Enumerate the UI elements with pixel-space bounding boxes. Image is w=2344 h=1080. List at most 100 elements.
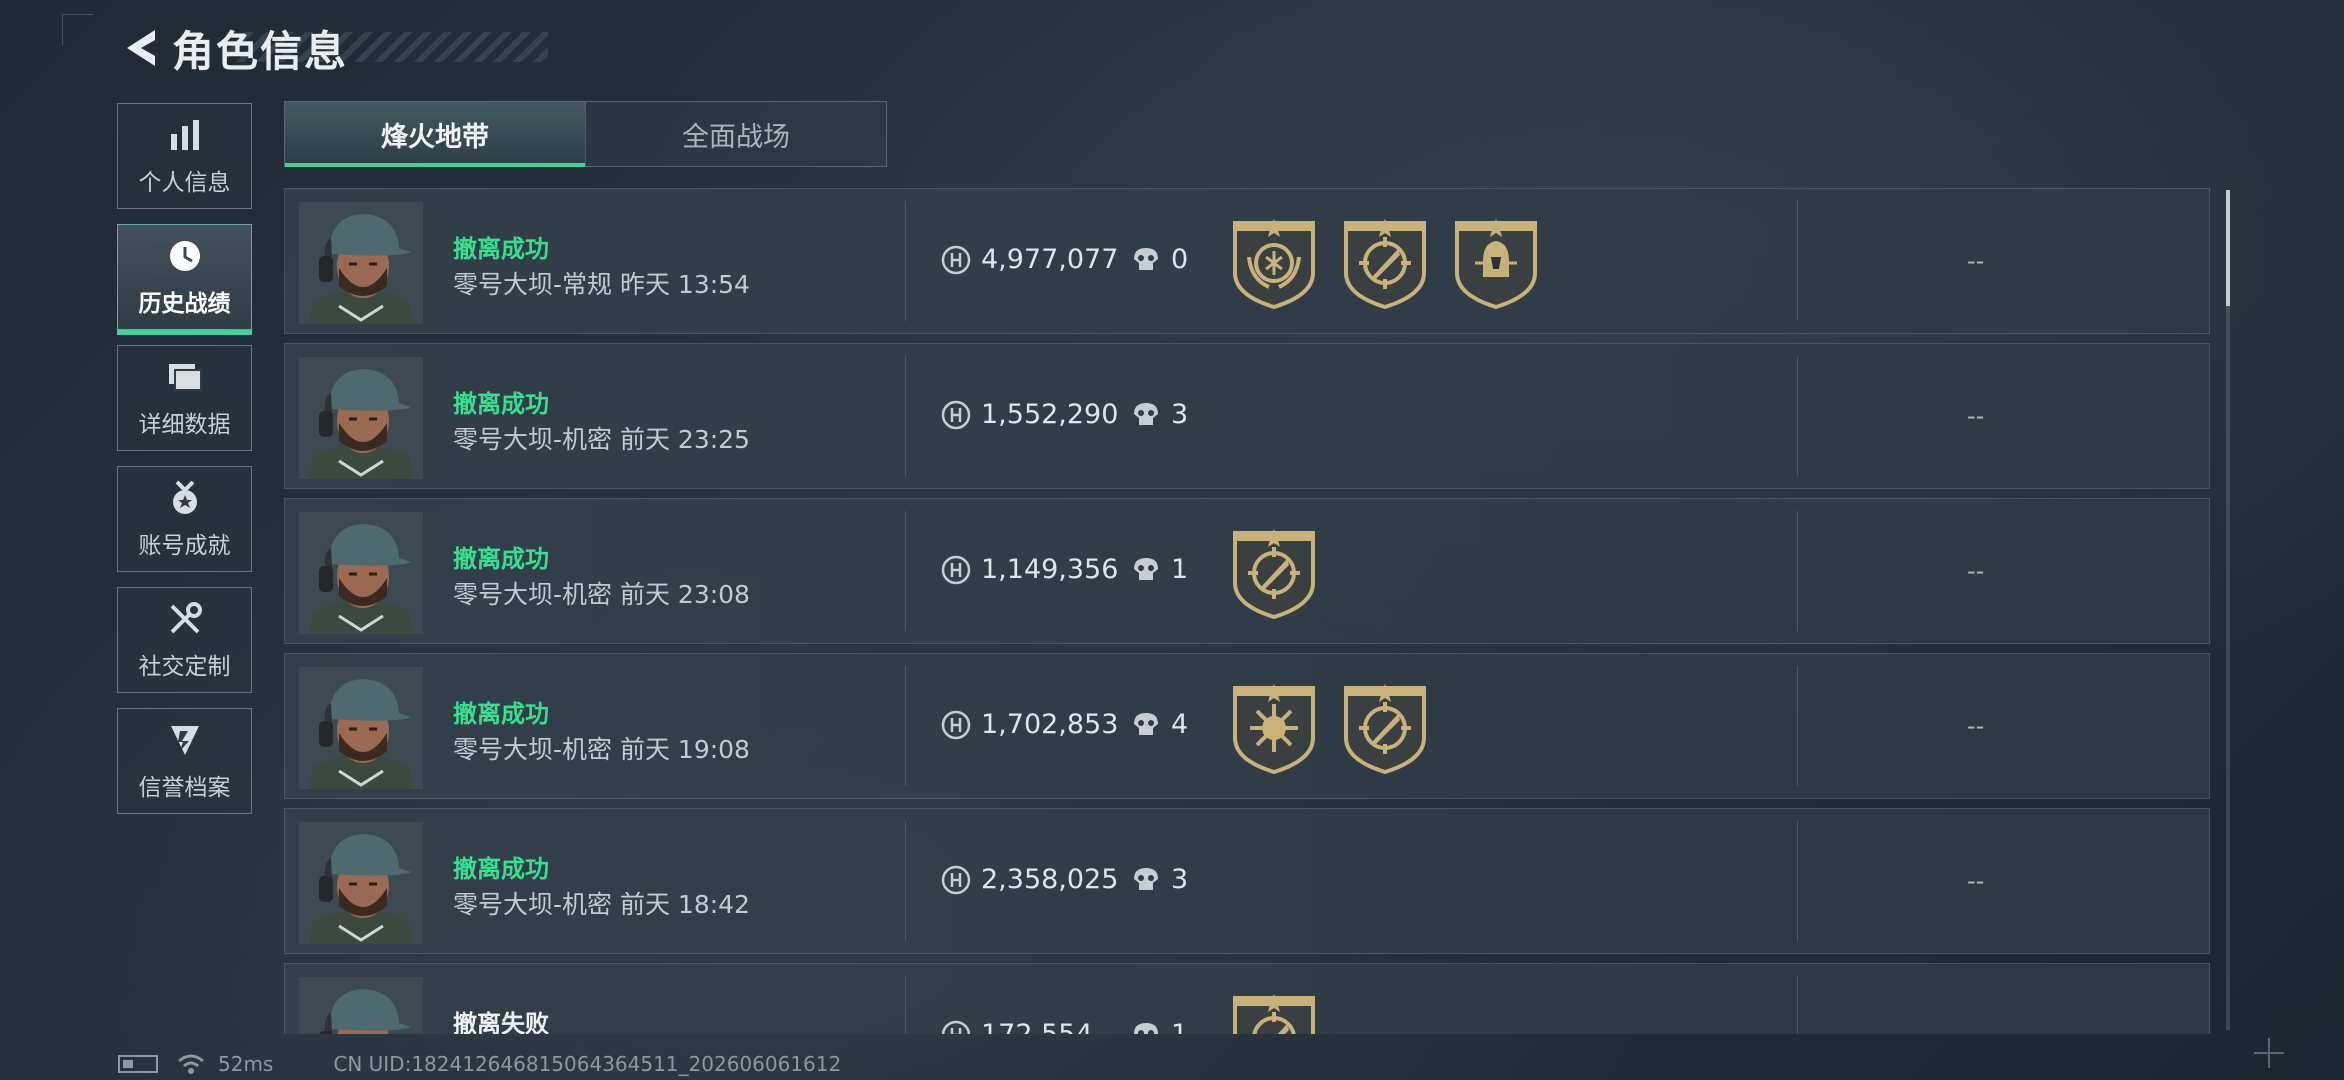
- loot-value-text: 1,702,853: [981, 709, 1119, 740]
- skull-icon: [1134, 247, 1158, 270]
- mode-tabs: 烽火地带 全面战场: [284, 101, 887, 167]
- divider: [1797, 201, 1798, 321]
- divider: [1797, 976, 1798, 1034]
- avatar: [299, 822, 423, 944]
- sidebar-item-profile[interactable]: 个人信息: [117, 103, 252, 209]
- extraction-result: 撤离成功: [453, 855, 549, 883]
- kill-count-text: 1: [1171, 554, 1189, 585]
- sidebar-item-history[interactable]: 历史战绩: [117, 224, 252, 335]
- uid-text: CN UID:1824126468150643645​11_2026060616…: [333, 1052, 842, 1076]
- coin-icon: [941, 865, 971, 894]
- avatar: [299, 357, 423, 479]
- match-record-row[interactable]: 撤离失败 172,554 1: [284, 963, 2210, 1034]
- match-record-row[interactable]: 撤离成功 零号大坝-机密 前天 23:25 1,552,290 3 --: [284, 343, 2210, 489]
- avatar: [299, 202, 423, 324]
- sidebar-item-label: 账号成就: [138, 533, 231, 559]
- loot-value: 4,977,077: [941, 244, 1118, 275]
- page-header: 角色信息: [118, 20, 348, 76]
- sidebar-item-label: 详细数据: [138, 412, 231, 438]
- skull-icon: [1134, 557, 1158, 580]
- loot-value-text: 4,977,077: [981, 244, 1119, 275]
- divider: [905, 821, 906, 941]
- skull-icon: [1134, 867, 1158, 890]
- avatar: [299, 512, 423, 634]
- extraction-result: 撤离成功: [453, 545, 549, 573]
- divider: [1797, 511, 1798, 631]
- kill-count: 1: [1131, 1019, 1188, 1034]
- operator-portrait: [299, 357, 423, 479]
- match-record-row[interactable]: 撤离成功 零号大坝-常规 昨天 13:54 4,977,077 0 --: [284, 188, 2210, 334]
- kill-count: 3: [1131, 399, 1188, 430]
- tab-warzone[interactable]: 烽火地带: [285, 102, 585, 167]
- extraction-result: 撤离成功: [453, 390, 549, 418]
- map-and-time: 零号大坝-常规 昨天 13:54: [453, 270, 750, 299]
- loot-value: 172,554: [941, 1019, 1093, 1034]
- tab-full-battlefield[interactable]: 全面战场: [585, 102, 886, 166]
- operator-portrait: [299, 977, 423, 1034]
- medal-list: [1229, 217, 1562, 309]
- kill-count-text: 3: [1171, 399, 1189, 430]
- badge-icon: [165, 720, 205, 760]
- extraction-result: 撤离失败: [453, 1010, 549, 1034]
- match-record-row[interactable]: 撤离成功 零号大坝-机密 前天 23:08 1,149,356 1 --: [284, 498, 2210, 644]
- match-record-row[interactable]: 撤离成功 零号大坝-机密 前天 19:08 1,702,853 4 --: [284, 653, 2210, 799]
- sidebar-item-social[interactable]: 社交定制: [117, 587, 252, 693]
- kill-count: 1: [1131, 554, 1188, 585]
- kill-count-text: 4: [1171, 709, 1189, 740]
- plus-corner-icon: [2254, 1038, 2284, 1068]
- map-and-time: 零号大坝-机密 前天 23:25: [453, 425, 750, 454]
- skull-icon: [1134, 712, 1158, 735]
- sidebar-item-reputation[interactable]: 信誉档案: [117, 708, 252, 814]
- medal-icon: [165, 478, 205, 518]
- corner-decoration: [62, 14, 93, 45]
- divider: [905, 201, 906, 321]
- map-and-time: 零号大坝-机密 前天 18:42: [453, 890, 750, 919]
- knife-medal-icon: [1233, 994, 1315, 1034]
- divider: [905, 511, 906, 631]
- divider: [905, 356, 906, 476]
- skull-icon: [1134, 402, 1158, 425]
- kill-count-text: 3: [1171, 864, 1189, 895]
- sidebar-item-details[interactable]: 详细数据: [117, 345, 252, 451]
- coin-icon: [941, 400, 971, 429]
- loot-value: 2,358,025: [941, 864, 1118, 895]
- sidebar-item-achievements[interactable]: 账号成就: [117, 466, 252, 572]
- folders-icon: [165, 357, 205, 397]
- ping-text: 52ms: [218, 1052, 274, 1076]
- divider: [905, 666, 906, 786]
- sidebar: 个人信息 历史战绩 详细数据 账号成就 社交定制 信誉档案: [117, 103, 254, 829]
- divider: [1797, 666, 1798, 786]
- extraction-result: 撤离成功: [453, 700, 549, 728]
- operator-portrait: [299, 512, 423, 634]
- status-footer: 52ms CN UID:1824126468150643645​11_20260…: [118, 1052, 841, 1076]
- operator-portrait: [299, 822, 423, 944]
- loot-value-text: 1,149,356: [981, 554, 1119, 585]
- loot-value-text: 2,358,025: [981, 864, 1119, 895]
- sidebar-item-label: 社交定制: [138, 654, 231, 680]
- sidebar-item-label: 个人信息: [138, 170, 231, 196]
- divider: [1797, 356, 1798, 476]
- operator-medal-icon: [1455, 219, 1537, 309]
- kill-count: 3: [1131, 864, 1188, 895]
- loot-value-text: 172,554: [981, 1019, 1093, 1034]
- knife-medal-icon: [1233, 529, 1315, 619]
- knife-medal-icon: [1344, 684, 1426, 774]
- match-record-row[interactable]: 撤离成功 零号大坝-机密 前天 18:42 2,358,025 3 --: [284, 808, 2210, 954]
- scrollbar[interactable]: [2226, 190, 2230, 1030]
- extra-info: --: [1967, 247, 1985, 275]
- coin-icon: [941, 245, 971, 274]
- coin-icon: [941, 1020, 971, 1034]
- extra-info: --: [1967, 557, 1985, 585]
- divider: [905, 976, 906, 1034]
- back-arrow-icon: [127, 30, 155, 66]
- tools-icon: [165, 599, 205, 639]
- skull-icon: [1134, 1022, 1158, 1034]
- operator-portrait: [299, 667, 423, 789]
- extraction-result: 撤离成功: [453, 235, 549, 263]
- scrollbar-thumb[interactable]: [2226, 190, 2230, 306]
- clock-icon: [165, 236, 205, 276]
- back-button[interactable]: [118, 26, 162, 70]
- page-title: 角色信息: [172, 26, 349, 76]
- battery-icon: [118, 1055, 158, 1073]
- loot-value-text: 1,552,290: [981, 399, 1119, 430]
